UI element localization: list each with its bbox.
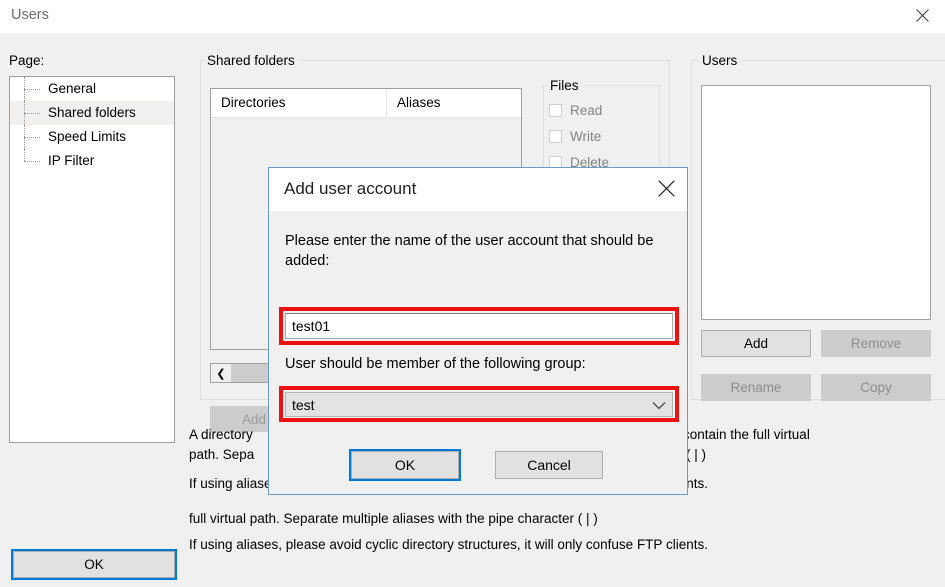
page-tree[interactable]: General Shared folders Speed Limits IP F…	[9, 76, 175, 443]
users-rename-button[interactable]: Rename	[701, 374, 811, 401]
sidebar-item-speed-limits[interactable]: Speed Limits	[10, 125, 174, 149]
tree-branch-icon	[24, 77, 44, 101]
tree-branch-icon	[24, 125, 44, 149]
group-select-value: test	[292, 396, 315, 413]
help-text-line1-right: contain the full virtual	[683, 427, 810, 442]
window-title: Users	[11, 7, 49, 23]
column-header-aliases[interactable]: Aliases	[387, 89, 521, 117]
tree-branch-icon	[24, 101, 44, 125]
sidebar-item-shared-folders[interactable]: Shared folders	[10, 101, 174, 125]
users-remove-button[interactable]: Remove	[821, 330, 931, 357]
dialog-cancel-button[interactable]: Cancel	[495, 451, 603, 479]
help-text-line4: full virtual path. Separate multiple ali…	[189, 511, 598, 526]
users-copy-button[interactable]: Copy	[821, 374, 931, 401]
column-header-directories[interactable]: Directories	[211, 89, 387, 117]
dialog-titlebar: Add user account	[269, 168, 687, 211]
client-area: Page: General Shared folders Speed Limit…	[0, 33, 945, 587]
sidebar-item-label: General	[48, 81, 97, 96]
help-text-line2-right: ( | )	[686, 447, 706, 462]
dialog-ok-button[interactable]: OK	[349, 449, 461, 481]
checkbox-label: Write	[570, 129, 602, 144]
close-icon[interactable]	[900, 0, 945, 30]
checkbox-write[interactable]: Write	[549, 129, 601, 144]
checkbox-read[interactable]: Read	[549, 103, 602, 118]
add-user-account-dialog: Add user account Please enter the name o…	[268, 167, 688, 495]
user-name-input[interactable]	[285, 313, 673, 339]
shared-folders-group-label: Shared folders	[205, 53, 299, 68]
close-icon[interactable]	[649, 173, 683, 203]
sidebar-item-general[interactable]: General	[10, 77, 174, 101]
window-titlebar: Users	[0, 0, 945, 33]
chevron-down-icon[interactable]	[652, 397, 666, 413]
help-text-line5: If using aliases, please avoid cyclic di…	[189, 537, 708, 552]
dialog-prompt: Please enter the name of the user accoun…	[285, 233, 654, 269]
help-text-line2-left: path. Sepa	[189, 447, 255, 462]
sidebar-item-label: Shared folders	[48, 105, 136, 120]
directories-list-header: Directories Aliases	[211, 89, 521, 118]
group-label: User should be member of the following g…	[285, 356, 586, 372]
chevron-left-icon[interactable]: ❮	[211, 364, 232, 382]
checkbox-icon	[549, 104, 562, 117]
dialog-title: Add user account	[284, 179, 417, 198]
page-label: Page:	[9, 53, 45, 68]
group-select[interactable]: test	[285, 392, 673, 417]
help-text-line1-left: A directory	[189, 427, 253, 442]
checkbox-label: Read	[570, 103, 603, 118]
users-list[interactable]	[701, 85, 931, 320]
files-group-label: Files	[548, 78, 583, 93]
users-group-label: Users	[700, 53, 742, 68]
tree-branch-icon	[24, 149, 44, 173]
sidebar-item-label: IP Filter	[48, 153, 95, 168]
main-ok-button[interactable]: OK	[11, 549, 177, 580]
sidebar-item-label: Speed Limits	[48, 129, 127, 144]
sidebar-item-ip-filter[interactable]: IP Filter	[10, 149, 174, 173]
checkbox-icon	[549, 130, 562, 143]
users-add-button[interactable]: Add	[701, 330, 811, 357]
